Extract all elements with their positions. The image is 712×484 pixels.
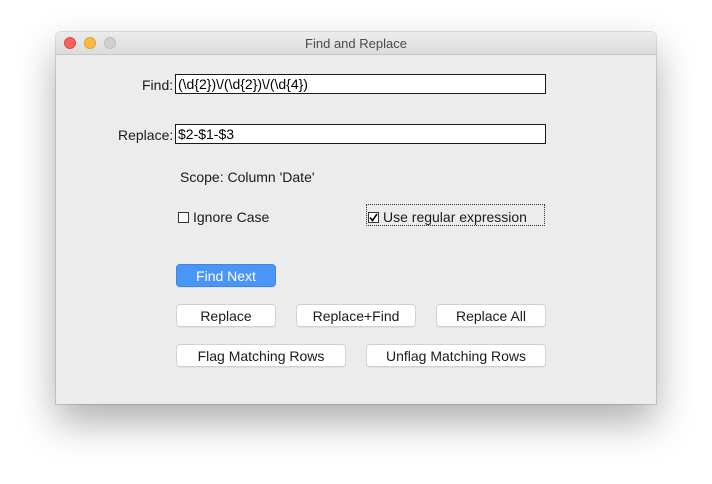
use-regex-box[interactable] [368, 211, 379, 223]
find-input[interactable] [175, 74, 546, 94]
find-replace-window: Find and Replace Find: Replace: Scope: C… [56, 32, 656, 404]
replace-find-button[interactable]: Replace+Find [296, 304, 416, 327]
ignore-case-checkbox[interactable]: Ignore Case [178, 209, 269, 225]
unflag-matching-rows-button[interactable]: Unflag Matching Rows [366, 344, 546, 367]
ignore-case-box[interactable] [178, 211, 189, 223]
find-next-button[interactable]: Find Next [176, 264, 276, 287]
checkmark-icon [369, 213, 378, 222]
use-regex-label: Use regular expression [383, 209, 527, 225]
scope-text: Scope: Column 'Date' [180, 169, 315, 185]
find-label: Find: [142, 77, 174, 93]
title-bar[interactable]: Find and Replace [56, 32, 656, 55]
window-title: Find and Replace [305, 36, 407, 51]
use-regex-checkbox[interactable]: Use regular expression [368, 209, 527, 225]
replace-label: Replace: [118, 127, 174, 143]
replace-button[interactable]: Replace [176, 304, 276, 327]
flag-matching-rows-button[interactable]: Flag Matching Rows [176, 344, 346, 367]
replace-all-button[interactable]: Replace All [436, 304, 546, 327]
replace-input[interactable] [175, 124, 546, 144]
ignore-case-label: Ignore Case [193, 209, 270, 225]
